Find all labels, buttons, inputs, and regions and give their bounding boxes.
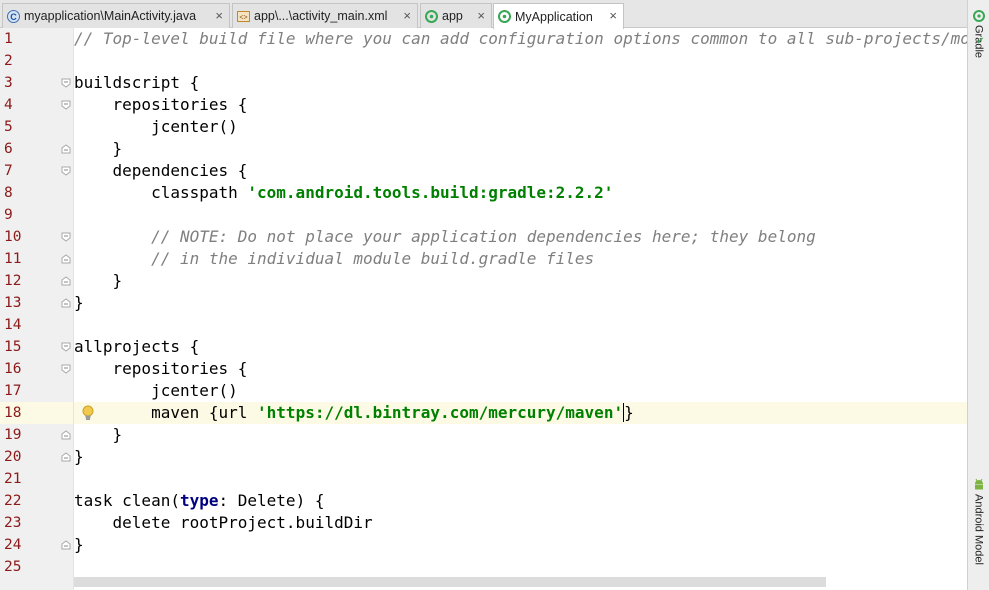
line-number: 3 <box>4 75 13 91</box>
tab-activity-main-xml[interactable]: <> app\...\activity_main.xml × <box>232 3 418 28</box>
code-line-10: // NOTE: Do not place your application d… <box>74 227 816 246</box>
line-number: 20 <box>4 449 22 465</box>
code-line-19: } <box>74 425 123 444</box>
line-number: 14 <box>4 317 22 333</box>
line-number: 4 <box>4 97 13 113</box>
tab-label: MyApplication <box>515 9 593 24</box>
tab-label: myapplication\MainActivity.java <box>24 9 197 23</box>
line-number: 11 <box>4 251 22 267</box>
fold-close-icon[interactable] <box>61 452 71 462</box>
code-line-4: repositories { <box>74 95 248 114</box>
fold-open-icon[interactable] <box>61 166 71 176</box>
fold-open-icon[interactable] <box>61 364 71 374</box>
line-number: 23 <box>4 515 22 531</box>
gradle-panel-button[interactable]: Gradle <box>968 10 989 58</box>
right-tool-strip: Gradle Android Model ✔ <box>967 0 989 590</box>
fold-open-icon[interactable] <box>61 342 71 352</box>
gradle-module-icon <box>425 9 438 23</box>
java-class-icon: C <box>7 9 20 23</box>
tab-mainactivity-java[interactable]: C myapplication\MainActivity.java × <box>2 3 230 28</box>
line-number: 21 <box>4 471 22 487</box>
line-number: 5 <box>4 119 13 135</box>
code-line-23: delete rootProject.buildDir <box>74 513 373 532</box>
tab-label: app\...\activity_main.xml <box>254 9 388 23</box>
line-number: 24 <box>4 537 22 553</box>
android-model-panel-button[interactable]: Android Model <box>968 478 989 565</box>
line-number: 17 <box>4 383 22 399</box>
code-line-16: repositories { <box>74 359 248 378</box>
fold-open-icon[interactable] <box>61 232 71 242</box>
line-number: 25 <box>4 559 22 575</box>
code-line-12: } <box>74 271 123 290</box>
fold-close-icon[interactable] <box>61 540 71 550</box>
code-text: maven {url <box>74 403 258 422</box>
android-icon <box>974 478 983 490</box>
tab-myapplication-gradle[interactable]: MyApplication × <box>493 3 624 29</box>
code-line-20: } <box>74 447 84 466</box>
line-number: 1 <box>4 31 13 47</box>
code-line-1: // Top-level build file where you can ad… <box>74 29 967 48</box>
code-line-6: } <box>74 139 123 158</box>
code-text: } <box>624 403 634 422</box>
xml-layout-icon: <> <box>237 10 250 22</box>
line-number: 12 <box>4 273 22 289</box>
line-number: 7 <box>4 163 13 179</box>
line-number: 15 <box>4 339 22 355</box>
svg-text:<>: <> <box>239 14 247 21</box>
code-text: classpath <box>74 183 248 202</box>
line-number: 13 <box>4 295 22 311</box>
editor-tab-bar: C myapplication\MainActivity.java × <> a… <box>0 0 967 29</box>
svg-text:C: C <box>10 11 17 21</box>
fold-open-icon[interactable] <box>61 78 71 88</box>
tab-app-gradle[interactable]: app × <box>420 3 492 28</box>
code-text: task clean( <box>74 491 180 510</box>
android-model-panel-label: Android Model <box>972 494 985 565</box>
fold-close-icon[interactable] <box>61 430 71 440</box>
line-number: 6 <box>4 141 13 157</box>
line-number: 2 <box>4 53 13 69</box>
gradle-module-icon <box>498 10 511 23</box>
tab-label: app <box>442 9 463 23</box>
line-number: 22 <box>4 493 22 509</box>
code-line-7: dependencies { <box>74 161 248 180</box>
keyword: type <box>179 491 219 510</box>
code-line-11: // in the individual module build.gradle… <box>74 249 595 268</box>
close-icon[interactable]: × <box>215 8 223 23</box>
close-icon[interactable]: × <box>477 8 485 23</box>
fold-close-icon[interactable] <box>61 298 71 308</box>
code-editor[interactable]: // Top-level build file where you can ad… <box>74 28 967 590</box>
line-number: 19 <box>4 427 22 443</box>
code-text: : Delete) { <box>218 491 325 510</box>
fold-close-icon[interactable] <box>61 254 71 264</box>
line-number: 9 <box>4 207 13 223</box>
gradle-icon <box>972 10 985 22</box>
line-number: 8 <box>4 185 13 201</box>
code-line-22: task clean(type: Delete) { <box>74 490 324 512</box>
code-line-24: } <box>74 535 84 554</box>
fold-open-icon[interactable] <box>61 100 71 110</box>
code-line-8: classpath 'com.android.tools.build:gradl… <box>74 182 613 204</box>
code-line-13: } <box>74 293 84 312</box>
code-line-5: jcenter() <box>74 117 238 136</box>
code-line-17: jcenter() <box>74 381 238 400</box>
code-line-18: maven {url 'https://dl.bintray.com/mercu… <box>74 402 634 424</box>
check-icon: ✔ <box>976 36 985 47</box>
line-number: 10 <box>4 229 22 245</box>
close-icon[interactable]: × <box>403 8 411 23</box>
fold-close-icon[interactable] <box>61 276 71 286</box>
code-line-15: allprojects { <box>74 337 200 356</box>
fold-close-icon[interactable] <box>61 144 71 154</box>
horizontal-scrollbar[interactable] <box>74 577 826 587</box>
line-number: 18 <box>4 405 22 421</box>
string-literal: 'com.android.tools.build:gradle:2.2.2' <box>247 183 614 202</box>
string-literal: 'https://dl.bintray.com/mercury/maven' <box>257 403 624 422</box>
line-number: 16 <box>4 361 22 377</box>
code-line-3: buildscript { <box>74 73 200 92</box>
close-icon[interactable]: × <box>609 8 617 23</box>
